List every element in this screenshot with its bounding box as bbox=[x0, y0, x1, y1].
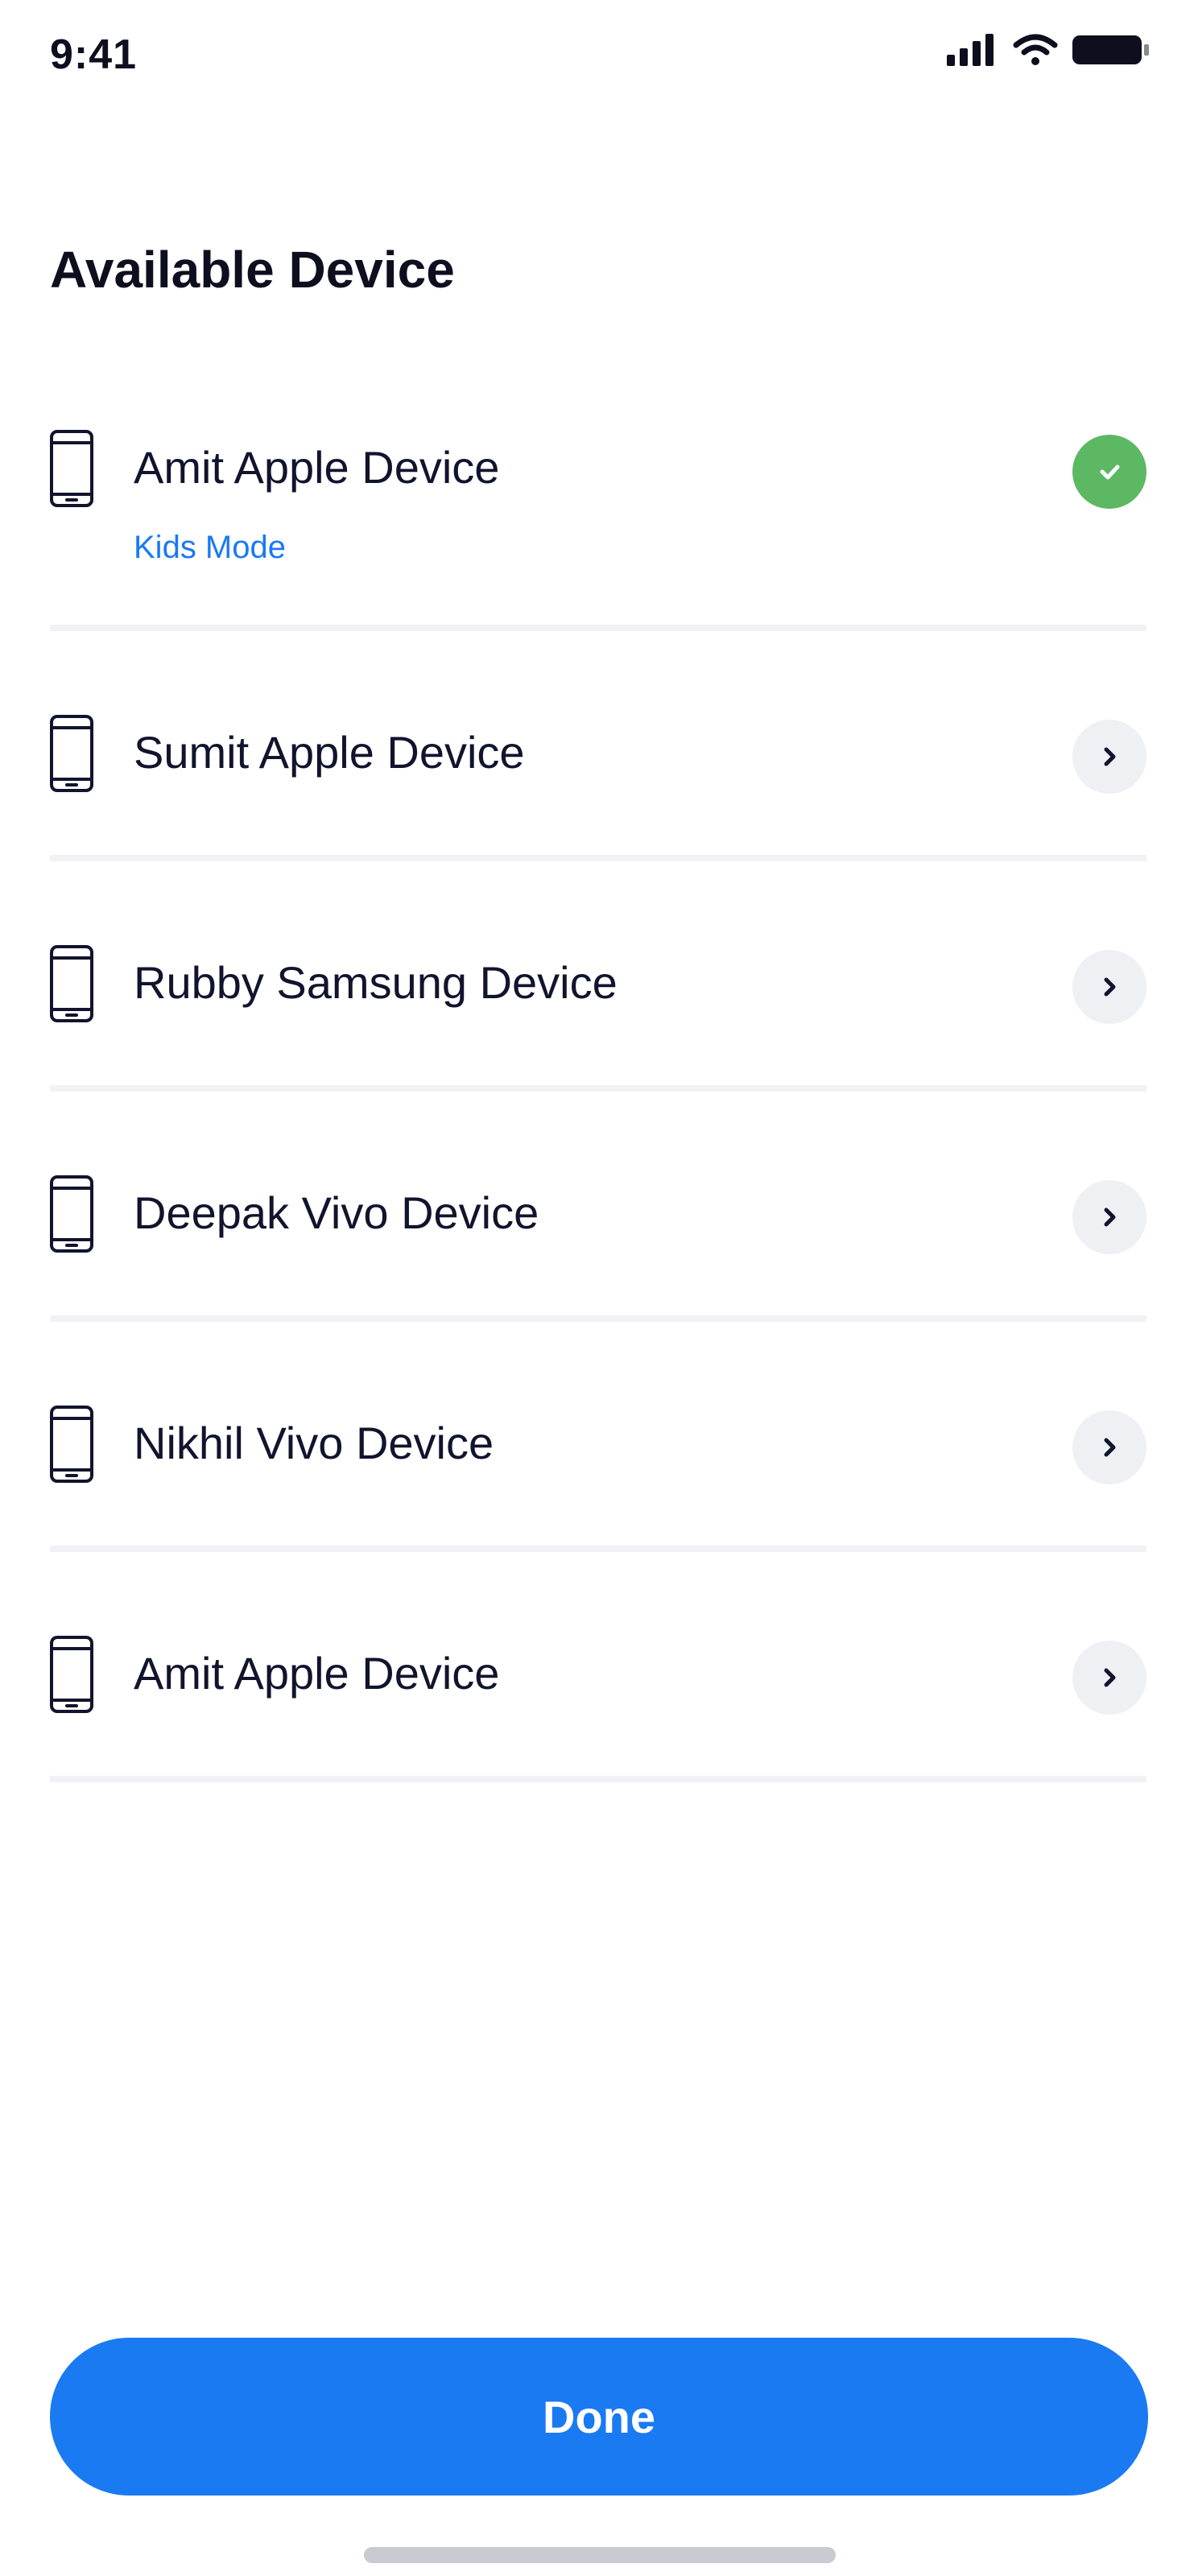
device-item-sumit-apple[interactable]: Sumit Apple Device bbox=[50, 631, 1146, 861]
chevron-right-icon[interactable] bbox=[1072, 1641, 1146, 1715]
done-button[interactable]: Done bbox=[50, 2338, 1148, 2496]
chevron-right-icon[interactable] bbox=[1072, 720, 1146, 794]
status-icons bbox=[947, 34, 1150, 70]
device-list: Amit Apple Device Kids Mode Sumit Apple … bbox=[50, 394, 1146, 1782]
device-name: Sumit Apple Device bbox=[134, 727, 525, 778]
device-name: Amit Apple Device bbox=[134, 442, 500, 493]
signal-icon bbox=[947, 34, 998, 70]
status-bar: 9:41 bbox=[0, 0, 1198, 121]
battery-icon bbox=[1072, 34, 1150, 70]
status-time: 9:41 bbox=[50, 31, 138, 78]
chevron-right-icon[interactable] bbox=[1072, 1180, 1146, 1254]
wifi-icon bbox=[1013, 34, 1058, 70]
device-name: Amit Apple Device bbox=[134, 1648, 500, 1699]
phone-icon bbox=[50, 430, 93, 507]
phone-icon bbox=[50, 1636, 93, 1713]
device-name: Deepak Vivo Device bbox=[134, 1187, 539, 1238]
device-item-amit-apple-selected[interactable]: Amit Apple Device Kids Mode bbox=[50, 394, 1146, 631]
phone-icon bbox=[50, 1406, 93, 1483]
device-item-amit-apple[interactable]: Amit Apple Device bbox=[50, 1552, 1146, 1782]
device-name: Rubby Samsung Device bbox=[134, 957, 618, 1008]
phone-icon bbox=[50, 945, 93, 1022]
check-icon bbox=[1072, 435, 1146, 509]
phone-icon bbox=[50, 715, 93, 792]
device-item-deepak-vivo[interactable]: Deepak Vivo Device bbox=[50, 1092, 1146, 1322]
device-item-rubby-samsung[interactable]: Rubby Samsung Device bbox=[50, 861, 1146, 1092]
device-mode-label: Kids Mode bbox=[134, 530, 286, 565]
home-indicator[interactable] bbox=[364, 2547, 836, 2563]
chevron-right-icon[interactable] bbox=[1072, 1410, 1146, 1484]
device-item-nikhil-vivo[interactable]: Nikhil Vivo Device bbox=[50, 1322, 1146, 1552]
chevron-right-icon[interactable] bbox=[1072, 950, 1146, 1024]
phone-icon bbox=[50, 1175, 93, 1253]
page-title: Available Device bbox=[50, 241, 455, 299]
device-name: Nikhil Vivo Device bbox=[134, 1418, 494, 1468]
